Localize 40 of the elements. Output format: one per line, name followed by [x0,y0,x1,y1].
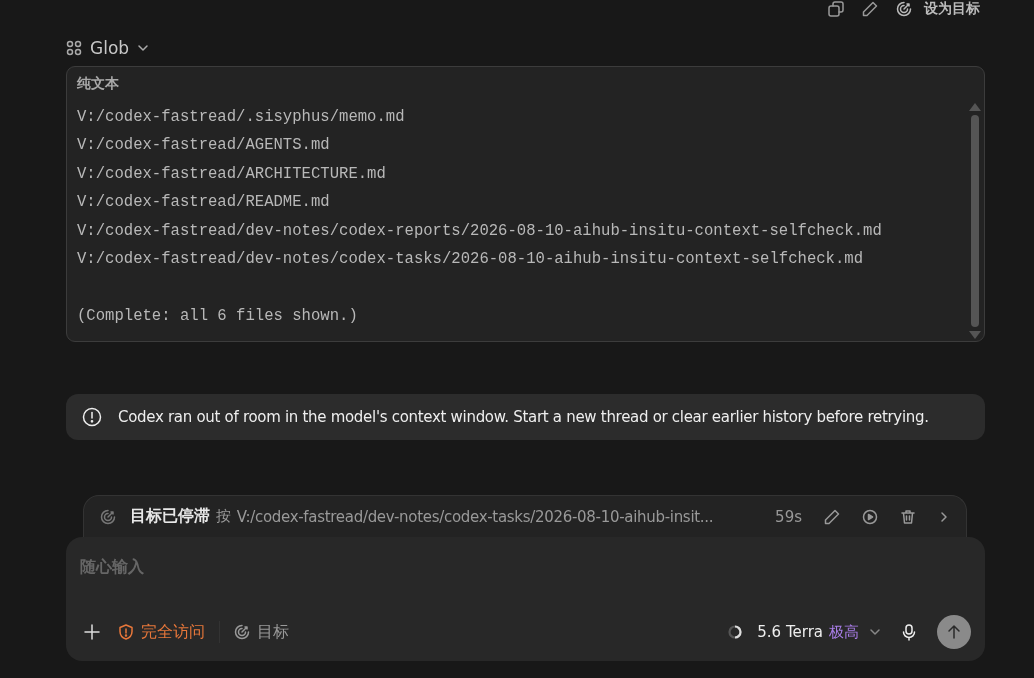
chevron-icon [869,626,881,638]
goal-path: V:/codex-fastread/dev-notes/codex-tasks/2026-08-10-aihub-insit... [236,507,714,526]
edit-icon[interactable] [862,1,878,17]
target-icon [234,624,250,640]
message-input[interactable]: 随心输入 [80,547,971,615]
elapsed-time: 59s [775,507,802,526]
warning-shield-icon [118,624,134,640]
code-line: (Complete: all 6 files shown.) [77,305,359,327]
tool-call-toggle[interactable]: Glob [66,38,150,58]
chevron-icon[interactable] [938,510,950,523]
code-line: V:/codex-fastread/AGENTS.md [77,135,331,157]
goal-prefix: 按 [216,507,231,526]
error-message: Codex ran out of room in the model's context window. Start a new thread or clear earlier history before retrying. [118,408,929,426]
add-icon[interactable] [84,624,100,640]
loading-icon [727,624,744,640]
trash-icon[interactable] [900,508,916,525]
message-composer[interactable]: 随心输入 完全访问 目标 5.6 Terra 极高 [66,537,985,661]
code-line: V:/codex-fastread/README.md [77,192,331,214]
code-line: V:/codex-fastread/.sisyphus/memo.md [77,107,406,128]
edit-icon[interactable] [824,508,840,525]
copy-icon[interactable] [828,1,844,17]
model-selector[interactable]: 5.6 Terra 极高 [757,622,881,642]
set-goal-button[interactable]: 设为目标 [896,0,985,18]
target-icon [100,508,116,525]
microphone-icon[interactable] [901,623,917,641]
glob-icon [66,40,82,56]
target-icon [896,1,912,17]
play-icon[interactable] [862,508,878,525]
goal-status: 目标已停滞 [130,506,210,527]
code-line: V:/codex-fastread/dev-notes/codex-tasks/2026-08-10-aihub-insitu-context-selfcheck.md [77,248,865,270]
output-type-label: 纯文本 [76,74,120,93]
scrollbar[interactable] [969,103,981,339]
send-button[interactable] [937,615,971,649]
goal-button[interactable]: 目标 [234,621,289,643]
code-line: V:/codex-fastread/ARCHITECTURE.md [77,163,387,185]
access-mode-button[interactable]: 完全访问 [118,621,205,643]
alert-icon [82,407,102,427]
arrow-up-icon [946,624,962,640]
chevron-icon [137,42,150,54]
code-line: V:/codex-fastread/dev-notes/codex-reports/2026-08-10-aihub-insitu-context-selfcheck.md [77,220,883,242]
